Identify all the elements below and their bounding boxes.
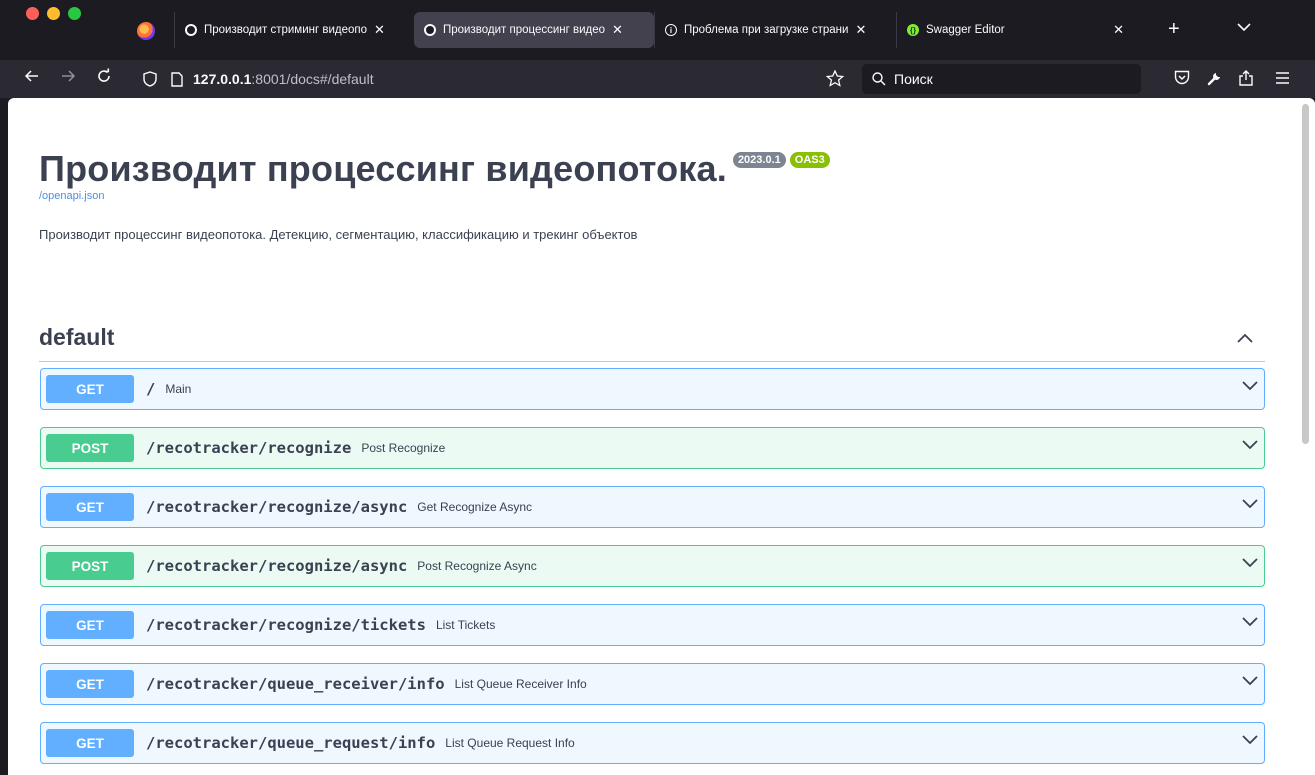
operation-path: /recotracker/recognize/async xyxy=(146,557,408,575)
close-tab-icon[interactable]: ✕ xyxy=(855,22,866,38)
operation-summary: Main xyxy=(165,382,192,396)
operation-path: /recotracker/recognize xyxy=(146,439,352,457)
operation-summary: List Tickets xyxy=(435,618,496,632)
version-badge: 2023.0.1 xyxy=(732,152,786,168)
close-tab-icon[interactable]: ✕ xyxy=(612,22,623,38)
method-badge: GET xyxy=(46,375,134,403)
operation-get-recognize-async[interactable]: GET /recotracker/recognize/async Get Rec… xyxy=(40,486,1265,528)
tab-load-problem[interactable]: i Проблема при загрузке страни ✕ xyxy=(654,12,896,48)
bookmark-star-icon[interactable] xyxy=(826,70,844,87)
chevron-down-icon[interactable] xyxy=(1242,735,1258,745)
arrow-left-icon xyxy=(24,70,38,82)
vertical-scrollbar[interactable] xyxy=(1302,104,1309,444)
close-tab-icon[interactable]: ✕ xyxy=(1113,22,1124,38)
search-icon xyxy=(872,72,886,86)
tab-streaming[interactable]: Производит стриминг видеопо ✕ xyxy=(174,12,414,48)
tab-label: Swagger Editor xyxy=(926,24,1005,36)
search-placeholder: Поиск xyxy=(894,71,933,87)
operation-summary: Post Recognize xyxy=(361,441,446,455)
tab-swagger-editor[interactable]: {} Swagger Editor ✕ xyxy=(896,12,1134,48)
api-description: Производит процессинг видеопотока. Детек… xyxy=(39,227,638,242)
operation-get-queue-receiver-info[interactable]: GET /recotracker/queue_receiver/info Lis… xyxy=(40,663,1265,705)
close-tab-icon[interactable]: ✕ xyxy=(374,22,385,38)
chevron-down-icon[interactable] xyxy=(1242,381,1258,391)
forward-button[interactable] xyxy=(60,68,76,89)
url-host: 127.0.0.1 xyxy=(193,71,252,87)
chevron-down-icon xyxy=(1237,23,1251,32)
method-badge: GET xyxy=(46,493,134,521)
swagger-icon: {} xyxy=(907,24,919,36)
method-badge: GET xyxy=(46,729,134,757)
minimize-window-button[interactable] xyxy=(47,7,60,20)
chevron-down-icon[interactable] xyxy=(1242,617,1258,627)
method-badge: POST xyxy=(46,552,134,580)
operation-summary: List Queue Receiver Info xyxy=(454,677,587,691)
operation-path: /recotracker/recognize/tickets xyxy=(146,616,426,634)
address-bar[interactable]: 127.0.0.1:8001/docs#/default xyxy=(135,64,850,94)
close-window-button[interactable] xyxy=(26,7,39,20)
pocket-button[interactable] xyxy=(1174,70,1190,90)
operation-post-recognize[interactable]: POST /recotracker/recognize Post Recogni… xyxy=(40,427,1265,469)
reload-icon xyxy=(98,68,110,82)
method-badge: POST xyxy=(46,434,134,462)
method-badge: GET xyxy=(46,670,134,698)
operation-get-queue-request-info[interactable]: GET /recotracker/queue_request/info List… xyxy=(40,722,1265,764)
reload-button[interactable] xyxy=(96,68,112,89)
operations-list: GET / Main POST /recotracker/recognize P… xyxy=(40,368,1265,775)
app-menu-button[interactable] xyxy=(1275,70,1290,90)
developer-tools-button[interactable] xyxy=(1207,70,1223,91)
dark-circle-icon xyxy=(424,24,436,36)
tab-label: Проблема при загрузке страни xyxy=(684,24,849,36)
api-title-row: Производит процессинг видеопотока. 2023.… xyxy=(39,148,1219,190)
tab-label: Производит процессинг видео xyxy=(443,24,606,36)
operation-get-tickets[interactable]: GET /recotracker/recognize/tickets List … xyxy=(40,604,1265,646)
hamburger-menu-icon xyxy=(1276,72,1289,84)
info-icon: i xyxy=(665,24,677,36)
chevron-down-icon[interactable] xyxy=(1242,499,1258,509)
operation-summary: List Queue Request Info xyxy=(445,736,575,750)
chevron-up-icon[interactable] xyxy=(1237,333,1253,343)
tag-section-header-default[interactable]: default xyxy=(39,314,1265,362)
list-all-tabs-button[interactable] xyxy=(1237,20,1251,35)
chevron-down-icon[interactable] xyxy=(1242,440,1258,450)
search-bar[interactable]: Поиск xyxy=(862,64,1141,94)
url-path: :8001/docs#/default xyxy=(251,71,374,87)
share-button[interactable] xyxy=(1238,69,1254,92)
tab-label: Производит стриминг видеопо xyxy=(204,24,368,36)
operation-summary: Get Recognize Async xyxy=(417,500,533,514)
openapi-json-link[interactable]: /openapi.json xyxy=(39,190,1219,202)
operation-path: / xyxy=(146,380,156,398)
url-text[interactable]: 127.0.0.1:8001/docs#/default xyxy=(193,71,374,87)
operation-path: /recotracker/queue_request/info xyxy=(146,734,436,752)
api-title: Производит процессинг видеопотока. xyxy=(39,148,727,189)
tag-section-title: default xyxy=(39,324,115,350)
tab-list: Производит стриминг видеопо ✕ Производит… xyxy=(174,10,1134,50)
navigation-toolbar: 127.0.0.1:8001/docs#/default Поиск xyxy=(0,60,1315,98)
method-badge: GET xyxy=(46,611,134,639)
operation-path: /recotracker/recognize/async xyxy=(146,498,408,516)
tracking-shield-icon[interactable] xyxy=(143,71,157,87)
back-button[interactable] xyxy=(24,68,40,89)
new-tab-button[interactable]: + xyxy=(1168,19,1180,39)
zoom-window-button[interactable] xyxy=(68,7,81,20)
arrow-right-icon xyxy=(62,70,76,82)
operation-path: /recotracker/queue_receiver/info xyxy=(146,675,445,693)
window-controls xyxy=(26,7,81,20)
share-icon xyxy=(1239,70,1253,86)
operation-get-root[interactable]: GET / Main xyxy=(40,368,1265,410)
operation-post-recognize-async[interactable]: POST /recotracker/recognize/async Post R… xyxy=(40,545,1265,587)
firefox-view-icon[interactable] xyxy=(137,22,155,40)
browser-tab-strip: Производит стриминг видеопо ✕ Производит… xyxy=(0,0,1315,60)
pocket-icon xyxy=(1174,70,1190,85)
tab-processing[interactable]: Производит процессинг видео ✕ xyxy=(414,12,654,48)
operation-summary: Post Recognize Async xyxy=(417,559,537,573)
api-info: Производит процессинг видеопотока. 2023.… xyxy=(39,148,1219,242)
page-icon[interactable] xyxy=(171,71,183,87)
page-viewport: Производит процессинг видеопотока. 2023.… xyxy=(8,98,1315,775)
wrench-icon xyxy=(1207,73,1220,86)
chevron-down-icon[interactable] xyxy=(1242,676,1258,686)
chevron-down-icon[interactable] xyxy=(1242,558,1258,568)
oas-badge: OAS3 xyxy=(789,152,830,168)
dark-circle-icon xyxy=(185,24,197,36)
